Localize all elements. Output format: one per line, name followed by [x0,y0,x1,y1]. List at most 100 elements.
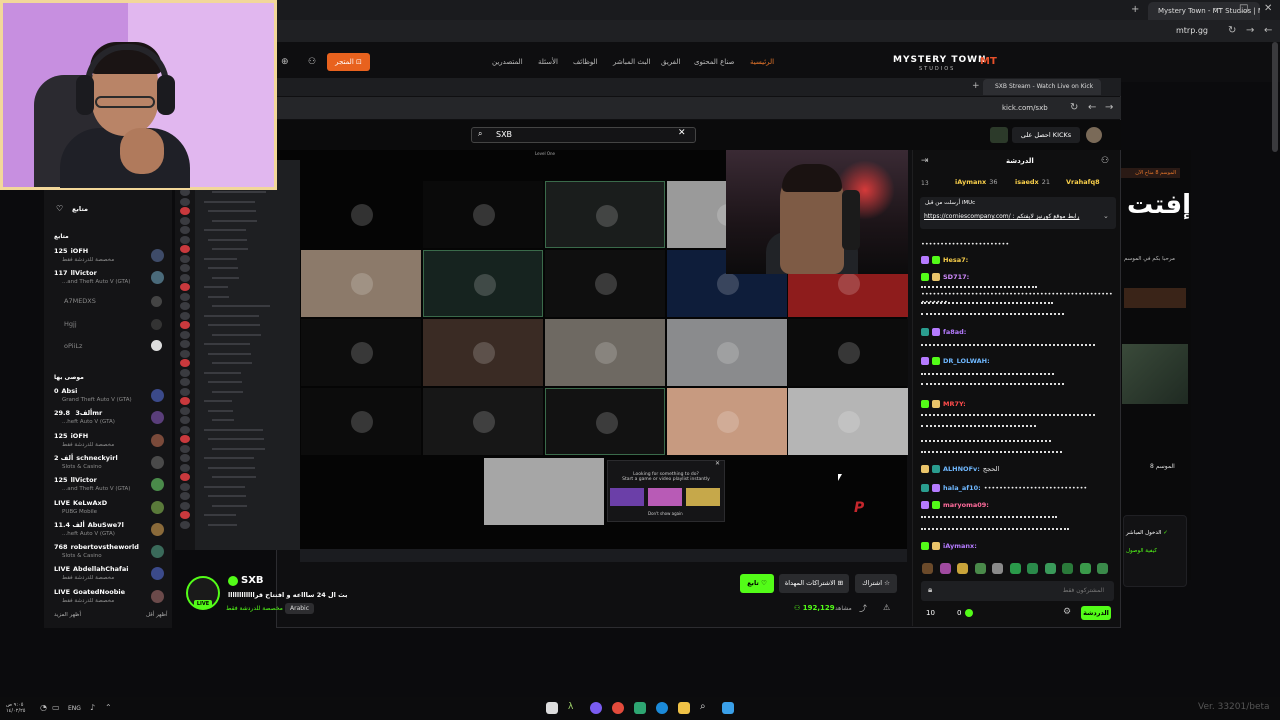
chat-username[interactable]: hala_af10: [943,484,981,492]
chat-input[interactable]: المشتركون فقط [921,581,1114,601]
kick-logo-icon[interactable] [990,127,1008,143]
profile-avatar[interactable] [1086,127,1102,143]
inner-back-icon[interactable]: ← [1088,102,1096,113]
offline-channel[interactable]: Hgjj [64,320,77,328]
folder-icon[interactable] [678,702,690,714]
chat-username[interactable]: ALHNOFv: [943,465,980,473]
chat-users-icon[interactable]: ⚇ [1101,156,1109,166]
inner-new-tab-icon[interactable]: + [972,81,980,91]
site-logo[interactable]: MYSTERY TOWN [893,55,987,65]
pinned-link[interactable]: https://corniescompany.com/ : رابط موقع … [924,213,1079,220]
edge-icon[interactable] [656,702,668,714]
emote-icon[interactable] [992,563,1003,574]
page-scrollbar[interactable] [1272,42,1278,152]
pinned-link-url[interactable]: https://corniescompany.com/ [924,213,1011,220]
stream-category[interactable]: مخصصة للدردشة فقط [226,605,283,612]
clear-search-icon[interactable]: ✕ [678,128,686,138]
login-sub[interactable]: كيفية الوصول [1126,548,1157,554]
chrome-icon[interactable] [612,702,624,714]
emote-icon[interactable] [1009,563,1021,574]
nav-leaderboard[interactable]: المتصدرين [492,58,523,66]
sidebar-channel[interactable]: 117 llVictor ...and Theft Auto V (GTA) [50,268,168,290]
chevron-up-icon[interactable]: ⌃ [105,703,112,712]
chat-send-button[interactable]: الدردشة [1081,606,1111,620]
new-tab-icon[interactable]: + [1131,4,1139,15]
get-kicks-button[interactable]: احصل على KICKs [1012,127,1080,143]
close-window-icon[interactable]: ✕ [1264,3,1272,14]
language-tag[interactable]: Arabic [285,603,315,614]
kick-search-input[interactable]: SXB [471,127,696,143]
minimize-icon[interactable]: — [1214,4,1222,13]
mic-icon[interactable]: ♪ [90,703,95,712]
back-icon[interactable]: ← [1264,25,1272,36]
maximize-icon[interactable]: □ [1239,3,1248,14]
inner-reload-icon[interactable]: ↻ [1070,102,1078,113]
sidebar-channel[interactable]: LIVE AbdellahChafai مخصصة للدردشة فقط [50,564,168,586]
sidebar-channel[interactable]: 125 llVictor ...and Theft Auto V (GTA) [50,475,168,497]
sidebar-channel[interactable]: 2 ألف schneckyirl Slots & Casino [50,453,168,475]
display-icon[interactable]: ▭ [52,703,60,712]
emote-icon[interactable] [1062,563,1073,574]
top-gifter[interactable]: Vrahafq8 [1066,178,1103,186]
collapse-chat-icon[interactable]: ⇥ [921,156,929,166]
emote-icon[interactable] [1097,563,1108,574]
chat-username[interactable]: iAymanx: [943,542,977,550]
chat-username[interactable]: Hesa7: [943,256,968,264]
offline-channel[interactable]: oPiiLz [64,342,82,350]
sidebar-channel[interactable]: 11.4 ألف AbuSwe7l ...heft Auto V (GTA) [50,520,168,542]
follow-button[interactable]: تابع ♡ [740,574,774,593]
chat-username[interactable]: maryoma09: [943,501,989,509]
emote-icon[interactable] [939,563,951,574]
sidebar-channel[interactable]: LIVE GoatedNoobie مخصصة للدردشة فقط [50,587,168,609]
search-icon[interactable]: ⌕ [700,701,706,712]
emote-icon[interactable] [922,563,933,574]
top-gifter[interactable]: isaedx 21 [1015,178,1050,186]
chat-username[interactable]: fa8ad: [943,328,966,336]
chat-settings-icon[interactable]: ⚙ [1063,607,1071,617]
terminal-icon[interactable]: λ [568,702,580,714]
hero-cta-button[interactable] [1124,288,1186,308]
file-icon[interactable] [546,702,558,714]
nav-creators[interactable]: صناع المحتوى [694,58,734,66]
nav-faq[interactable]: الأسئلة [538,58,558,66]
offline-channel[interactable]: A7MEDXS [64,297,96,305]
sidebar-channel[interactable]: LIVE KeLwAxD PUBG Mobile [50,498,168,520]
chat-username[interactable]: DR_LOLWAH: [943,357,990,365]
nav-jobs[interactable]: الوظائف [573,58,598,66]
show-less-link[interactable]: أظهر أقل [146,612,168,618]
emote-icon[interactable] [1044,563,1056,574]
user-icon[interactable]: ⚇ [308,57,316,67]
share-icon[interactable]: ⤴ [859,603,867,614]
discord-icon[interactable] [590,702,602,714]
outer-url[interactable]: mtrp.gg [1176,26,1208,35]
inner-forward-icon[interactable]: → [1105,102,1113,113]
sidebar-channel[interactable]: 0 Absi Grand Theft Auto V (GTA) [50,386,168,408]
sidebar-channel[interactable]: 125 iOFH مخصصة للدردشة فقط [50,246,168,268]
nav-team[interactable]: الفريق [661,58,680,66]
report-icon[interactable]: ⚠ [883,603,890,612]
start-icon[interactable] [722,702,734,714]
gift-subs-button[interactable]: الاشتراكات المهداة ⊞ [779,574,849,593]
taskbar-clock[interactable]: ٩:٠٥ ص ١٤/٠٢/٢٥ [6,702,25,714]
subscribe-button[interactable]: اشتراك ☆ [855,574,897,593]
language-indicator[interactable]: ENG [68,705,81,712]
channel-name[interactable]: SXB [241,575,264,586]
inner-url[interactable]: kick.com/sxb [1002,104,1048,112]
login-label[interactable]: الدخول المباشر ✓ [1126,530,1168,536]
sidebar-channel[interactable]: 29.8 ألف3mr ...heft Auto V (GTA) [50,408,168,430]
nav-live[interactable]: البث المباشر [613,58,650,66]
nav-home[interactable]: الرئيسية [750,58,774,66]
app-icon[interactable] [634,702,646,714]
emote-icon[interactable] [1079,563,1091,574]
globe-icon[interactable]: ⊕ [281,57,289,67]
show-more-link[interactable]: أظهر المزيد [54,612,81,618]
wifi-icon[interactable]: ◔ [40,703,47,712]
chat-username[interactable]: SD717: [943,273,969,281]
chevron-down-icon[interactable]: ⌄ [1103,212,1109,220]
emote-icon[interactable] [974,563,986,574]
reload-icon[interactable]: ↻ [1228,25,1236,36]
forward-icon[interactable]: → [1246,25,1254,36]
store-button[interactable]: المتجر ⊡ [327,53,370,71]
emote-icon[interactable] [957,563,968,574]
emote-icon[interactable] [1027,563,1038,574]
